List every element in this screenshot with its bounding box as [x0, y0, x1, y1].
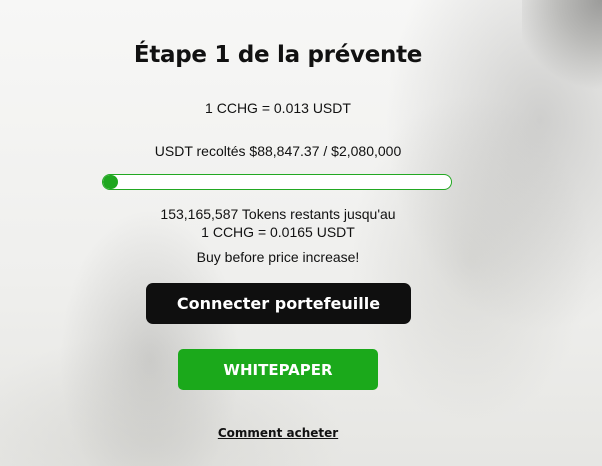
whitepaper-label: WHITEPAPER	[223, 360, 333, 379]
price-increase-notice: Buy before price increase!	[196, 249, 360, 265]
presale-title: Étape 1 de la prévente	[133, 42, 423, 68]
presale-panel: Étape 1 de la prévente 1 CCHG = 0.013 US…	[0, 0, 602, 466]
connect-wallet-label: Connecter portefeuille	[176, 294, 381, 313]
raised-amount: USDT recoltés $88,847.37 / $2,080,000	[154, 143, 402, 159]
whitepaper-button[interactable]: WHITEPAPER	[178, 349, 378, 390]
how-to-buy-link[interactable]: Comment acheter	[0, 426, 556, 440]
connect-wallet-button[interactable]: Connecter portefeuille	[146, 283, 411, 324]
presale-progress-fill	[103, 175, 118, 189]
presale-progress-bar	[102, 174, 452, 190]
current-price: 1 CCHG = 0.013 USDT	[205, 100, 351, 116]
tokens-remaining: 153,165,587 Tokens restants jusqu'au	[160, 206, 396, 222]
next-price: 1 CCHG = 0.0165 USDT	[201, 224, 355, 240]
